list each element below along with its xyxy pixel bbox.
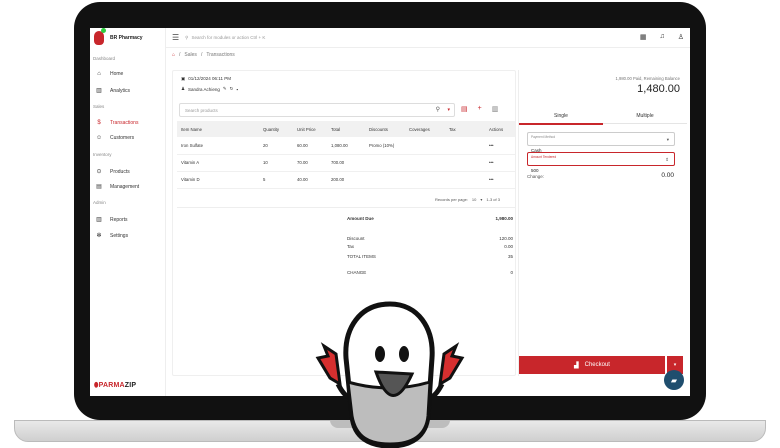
col-tax[interactable]: Tax	[445, 121, 485, 137]
menu-icon[interactable]: ☰	[172, 33, 179, 42]
calendar-icon: ▣	[181, 76, 186, 81]
page-range: 1-3 of 3	[486, 197, 500, 202]
checkout-button[interactable]: ▟ Checkout	[519, 356, 665, 374]
search-icon: ⚲	[185, 34, 189, 40]
chevron-down-icon: ▾	[666, 137, 669, 142]
amount-tendered-input[interactable]: Amount Tendered 500 ⇕	[527, 152, 675, 173]
row-actions-button[interactable]: •••	[485, 154, 515, 172]
chat-button[interactable]: ▰	[664, 370, 684, 390]
discount-row: Discount 120.00	[347, 236, 513, 241]
refresh-icon[interactable]: ↻	[230, 86, 234, 92]
dollar-icon: $	[97, 120, 101, 126]
gear-icon: ✻	[96, 233, 102, 239]
table-row[interactable]: Vitamin D 5 40.00 200.00 •••	[177, 171, 515, 189]
change-label: Change:	[527, 174, 545, 179]
breadcrumb-transactions: Transactions	[206, 52, 235, 58]
topbar: ☰ ⚲ Search for modules or action Ctrl + K…	[166, 28, 690, 48]
breadcrumb: ⌂ / Sales / Transactions	[172, 52, 235, 58]
row-actions-button[interactable]: •••	[485, 171, 515, 189]
global-search[interactable]: ⚲ Search for modules or action Ctrl + K	[185, 35, 265, 41]
home-icon[interactable]: ⌂	[172, 52, 175, 58]
product-search-input[interactable]: Search products ⚲ ▾	[179, 103, 455, 117]
stepper-icon[interactable]: ⇕	[665, 157, 669, 163]
payment-method-select[interactable]: Payment Method Cash ▾	[527, 132, 675, 153]
active-tab-indicator	[519, 123, 603, 125]
transaction-user: ♟ Sandra Achieng ✎ ↻ ▪	[181, 86, 238, 92]
sidebar-item-home[interactable]: ⌂ Home	[96, 71, 123, 77]
amount-due-row: Amount Due 1,980.00	[347, 216, 513, 221]
add-icon[interactable]: +	[478, 105, 482, 113]
pagination: Records per page: 10 ▾ 1-3 of 3	[435, 197, 500, 202]
online-dot-icon	[101, 28, 106, 33]
total-items-row: TOTAL ITEMS 35	[347, 254, 513, 259]
col-actions: Actions	[485, 121, 515, 137]
sidebar-item-reports[interactable]: ▥ Reports	[96, 216, 127, 224]
home-icon: ⌂	[97, 71, 101, 77]
sidebar: BR Pharmacy Dashboard ⌂ Home ▥ Analytics S…	[90, 28, 166, 396]
chart-icon: ▥	[96, 217, 102, 223]
col-coverages[interactable]: Coverages	[405, 121, 445, 137]
transaction-date: ▣ 01/12/2024 06:11 PM	[181, 76, 231, 81]
sidebar-item-analytics[interactable]: ▥ Analytics	[96, 87, 130, 95]
row-actions-button[interactable]: •••	[485, 137, 515, 155]
register-icon: ▟	[574, 362, 579, 369]
sidebar-item-customers[interactable]: ☺ Customers	[96, 135, 134, 141]
chat-icon: ▰	[670, 375, 678, 385]
sidebar-item-management[interactable]: ▤ Management	[96, 183, 139, 191]
section-inventory: Inventory	[93, 152, 112, 157]
col-discounts[interactable]: Discounts	[365, 121, 405, 137]
sidebar-item-settings[interactable]: ✻ Settings	[96, 232, 128, 240]
brand-name: BR Pharmacy	[110, 35, 143, 41]
chevron-down-icon: ▾	[673, 362, 677, 368]
payment-panel: 1,980.00 Paid, Remaining Balance 1,480.0…	[518, 70, 687, 376]
tab-multiple[interactable]: Multiple	[603, 113, 687, 119]
remaining-label: 1,980.00 Paid, Remaining Balance	[615, 76, 681, 81]
users-icon: ☺	[96, 135, 103, 141]
col-total[interactable]: Total	[327, 121, 365, 137]
chevron-down-icon[interactable]: ▾	[480, 197, 482, 202]
pill-logo-icon	[94, 28, 106, 45]
section-admin: Admin	[93, 200, 106, 205]
chart-icon: ▥	[96, 88, 102, 94]
chevron-down-icon[interactable]: ▾	[447, 107, 450, 113]
user-icon[interactable]: ♙	[678, 33, 684, 41]
per-page-select[interactable]: 10	[472, 197, 476, 202]
tax-row: Tax 0.00	[347, 244, 513, 249]
calculator-icon[interactable]: ▦	[640, 33, 647, 41]
brand[interactable]: BR Pharmacy	[94, 28, 143, 45]
user-icon: ♟	[181, 86, 186, 91]
payment-tabs: Single Multiple	[519, 110, 687, 125]
change-row: CHANGE 0	[347, 270, 513, 275]
col-unit-price[interactable]: Unit Price	[293, 121, 327, 137]
barcode-icon[interactable]: ▥	[492, 105, 499, 113]
clipboard-icon: ▤	[96, 184, 102, 190]
section-dashboard: Dashboard	[93, 56, 116, 61]
table-row[interactable]: Vitamin A 10 70.00 700.00 •••	[177, 154, 515, 172]
table-row[interactable]: Iron Sulfate 20 60.00 1,080.00 Promo (10%) ••…	[177, 137, 515, 155]
sidebar-item-transactions[interactable]: $ Transactions	[96, 120, 138, 126]
breadcrumb-sales[interactable]: Sales	[184, 52, 197, 58]
sidebar-item-products[interactable]: ⊙ Products	[96, 168, 129, 176]
col-quantity[interactable]: Quantity	[259, 121, 293, 137]
tab-single[interactable]: Single	[519, 113, 603, 119]
calculator-icon[interactable]: ▤	[461, 105, 468, 113]
change-value: 0.00	[661, 172, 674, 179]
remaining-balance: 1,480.00	[637, 83, 680, 95]
items-table: Item Name Quantity Unit Price Total Disc…	[177, 121, 515, 189]
footer-brand: ⬮PARMAZIP	[94, 382, 137, 389]
pill-mascot-image	[315, 301, 465, 448]
bell-icon[interactable]: ♫	[659, 33, 664, 41]
search-icon[interactable]: ⚲	[436, 106, 440, 113]
box-icon: ⊙	[96, 169, 102, 175]
col-item-name[interactable]: Item Name	[177, 121, 259, 137]
lock-icon[interactable]: ▪	[236, 87, 238, 92]
section-sales: Sales	[93, 104, 105, 109]
edit-icon[interactable]: ✎	[223, 86, 227, 92]
table-header-row: Item Name Quantity Unit Price Total Disc…	[177, 121, 515, 137]
